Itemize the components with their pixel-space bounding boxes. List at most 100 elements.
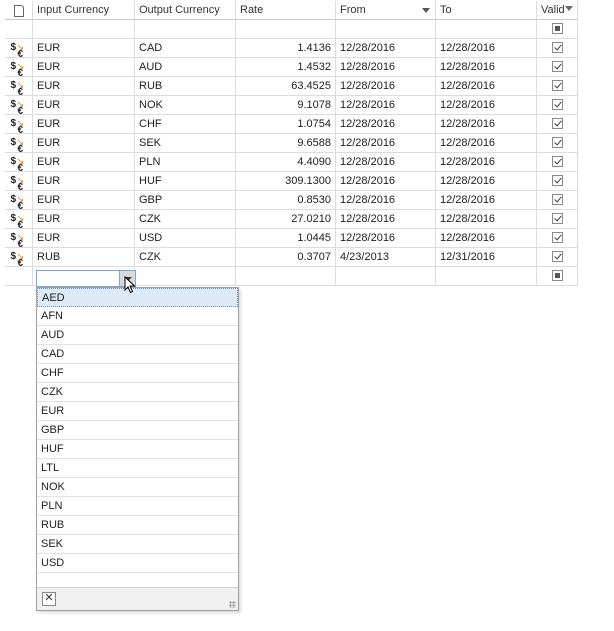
dropdown-item-nok[interactable]: NOK — [37, 478, 238, 497]
valid-cell[interactable] — [537, 153, 578, 172]
valid-checkbox[interactable] — [551, 80, 563, 91]
filter-cell-output[interactable] — [135, 20, 236, 39]
from-date-cell[interactable]: 12/28/2016 — [336, 172, 436, 191]
filter-cell-to[interactable] — [436, 20, 537, 39]
from-date-cell[interactable]: 12/28/2016 — [336, 191, 436, 210]
to-date-cell[interactable]: 12/28/2016 — [436, 191, 537, 210]
new-row-output-cell[interactable] — [135, 267, 236, 286]
new-row-valid-checkbox[interactable] — [551, 270, 563, 281]
to-date-cell[interactable]: 12/28/2016 — [436, 96, 537, 115]
rate-cell[interactable]: 1.4532 — [236, 58, 336, 77]
filter-valid-checkbox[interactable] — [551, 23, 563, 34]
output-currency-cell[interactable]: RUB — [135, 77, 236, 96]
dropdown-item-ltl[interactable]: LTL — [37, 459, 238, 478]
valid-checkbox[interactable] — [551, 232, 563, 243]
dropdown-item-gbp[interactable]: GBP — [37, 421, 238, 440]
input-currency-cell[interactable]: EUR — [33, 153, 135, 172]
valid-cell[interactable] — [537, 77, 578, 96]
rate-cell[interactable]: 1.0445 — [236, 229, 336, 248]
to-date-cell[interactable]: 12/28/2016 — [436, 134, 537, 153]
to-date-cell[interactable]: 12/28/2016 — [436, 210, 537, 229]
valid-cell[interactable] — [537, 58, 578, 77]
to-date-cell[interactable]: 12/28/2016 — [436, 77, 537, 96]
to-date-cell[interactable]: 12/28/2016 — [436, 58, 537, 77]
valid-checkbox[interactable] — [551, 118, 563, 129]
from-date-cell[interactable]: 12/28/2016 — [336, 58, 436, 77]
valid-checkbox[interactable] — [551, 213, 563, 224]
valid-cell[interactable] — [537, 229, 578, 248]
from-date-cell[interactable]: 12/28/2016 — [336, 153, 436, 172]
from-date-cell[interactable]: 12/28/2016 — [336, 96, 436, 115]
rate-cell[interactable]: 9.6588 — [236, 134, 336, 153]
filter-cell-valid[interactable] — [537, 20, 578, 39]
close-icon[interactable]: ✕ — [42, 592, 56, 606]
output-currency-cell[interactable]: USD — [135, 229, 236, 248]
filter-cell-rate[interactable] — [236, 20, 336, 39]
input-currency-cell[interactable]: EUR — [33, 39, 135, 58]
resize-grip-icon[interactable] — [229, 601, 236, 608]
output-currency-cell[interactable]: HUF — [135, 172, 236, 191]
to-date-cell[interactable]: 12/28/2016 — [436, 115, 537, 134]
output-currency-cell[interactable]: NOK — [135, 96, 236, 115]
output-currency-cell[interactable]: PLN — [135, 153, 236, 172]
rate-cell[interactable]: 27.0210 — [236, 210, 336, 229]
dropdown-item-usd[interactable]: USD — [37, 554, 238, 573]
filter-icon[interactable] — [565, 6, 573, 11]
valid-cell[interactable] — [537, 172, 578, 191]
header-rate[interactable]: Rate — [236, 1, 336, 20]
new-row-valid-cell[interactable] — [537, 267, 578, 286]
valid-checkbox[interactable] — [551, 194, 563, 205]
header-from[interactable]: From — [336, 1, 436, 20]
dropdown-item-pln[interactable]: PLN — [37, 497, 238, 516]
valid-checkbox[interactable] — [551, 175, 563, 186]
valid-cell[interactable] — [537, 248, 578, 267]
to-date-cell[interactable]: 12/28/2016 — [436, 229, 537, 248]
dropdown-item-cad[interactable]: CAD — [37, 345, 238, 364]
output-currency-cell[interactable]: SEK — [135, 134, 236, 153]
dropdown-item-huf[interactable]: HUF — [37, 440, 238, 459]
valid-checkbox[interactable] — [551, 137, 563, 148]
rate-cell[interactable]: 0.3707 — [236, 248, 336, 267]
valid-checkbox[interactable] — [551, 99, 563, 110]
input-currency-cell[interactable]: EUR — [33, 58, 135, 77]
rate-cell[interactable]: 4.4090 — [236, 153, 336, 172]
dropdown-item-aud[interactable]: AUD — [37, 326, 238, 345]
input-currency-cell[interactable]: EUR — [33, 134, 135, 153]
valid-cell[interactable] — [537, 191, 578, 210]
valid-cell[interactable] — [537, 134, 578, 153]
valid-checkbox[interactable] — [551, 156, 563, 167]
dropdown-item-eur[interactable]: EUR — [37, 402, 238, 421]
input-currency-cell[interactable]: EUR — [33, 172, 135, 191]
rate-cell[interactable]: 1.4136 — [236, 39, 336, 58]
rate-cell[interactable]: 1.0754 — [236, 115, 336, 134]
input-currency-cell[interactable]: EUR — [33, 229, 135, 248]
input-currency-cell[interactable]: RUB — [33, 248, 135, 267]
valid-cell[interactable] — [537, 115, 578, 134]
output-currency-cell[interactable]: GBP — [135, 191, 236, 210]
dropdown-item-czk[interactable]: CZK — [37, 383, 238, 402]
from-date-cell[interactable]: 12/28/2016 — [336, 77, 436, 96]
valid-checkbox[interactable] — [551, 251, 563, 262]
output-currency-cell[interactable]: CZK — [135, 248, 236, 267]
input-currency-cell[interactable]: EUR — [33, 96, 135, 115]
from-date-cell[interactable]: 12/28/2016 — [336, 115, 436, 134]
output-currency-cell[interactable]: AUD — [135, 58, 236, 77]
new-row-rate-cell[interactable] — [236, 267, 336, 286]
rate-cell[interactable]: 63.4525 — [236, 77, 336, 96]
header-valid[interactable]: Valid — [537, 1, 578, 20]
from-date-cell[interactable]: 12/28/2016 — [336, 229, 436, 248]
header-input-currency[interactable]: Input Currency — [33, 1, 135, 20]
rate-cell[interactable]: 0.8530 — [236, 191, 336, 210]
valid-checkbox[interactable] — [551, 61, 563, 72]
valid-checkbox[interactable] — [551, 42, 563, 53]
from-date-cell[interactable]: 4/23/2013 — [336, 248, 436, 267]
to-date-cell[interactable]: 12/31/2016 — [436, 248, 537, 267]
dropdown-item-chf[interactable]: CHF — [37, 364, 238, 383]
from-date-cell[interactable]: 12/28/2016 — [336, 39, 436, 58]
dropdown-item-aed[interactable]: AED — [37, 288, 238, 307]
dropdown-item-sek[interactable]: SEK — [37, 535, 238, 554]
output-currency-cell[interactable]: CZK — [135, 210, 236, 229]
dropdown-item-rub[interactable]: RUB — [37, 516, 238, 535]
header-to[interactable]: To — [436, 1, 537, 20]
filter-cell-input[interactable] — [33, 20, 135, 39]
